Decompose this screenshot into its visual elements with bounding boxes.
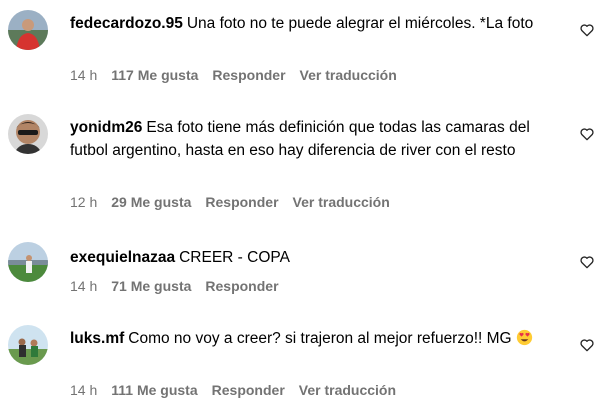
comment-text: fedecardozo.95 Una foto no te puede alegr…: [70, 12, 570, 35]
comment-text: luks.mf Como no voy a creer? si trajeron …: [70, 327, 570, 350]
avatar[interactable]: [8, 325, 48, 365]
comment-username[interactable]: fedecardozo.95: [70, 15, 183, 32]
comment-meta: 14 h 111 Me gusta Responder Ver traducción: [70, 382, 410, 398]
comment-time[interactable]: 14 h: [70, 278, 97, 294]
comment-time[interactable]: 14 h: [70, 67, 97, 83]
comment-meta: 14 h 71 Me gusta Responder: [70, 278, 293, 294]
comment-body: Una foto no te puede alegrar el miércole…: [186, 15, 534, 32]
heart-eyes-emoji: [516, 329, 532, 346]
avatar[interactable]: [8, 10, 48, 50]
heart-outline-icon[interactable]: [579, 254, 595, 270]
comment-meta: 12 h 29 Me gusta Responder Ver traducción: [70, 194, 404, 210]
comment-body: CREER - COPA: [179, 249, 290, 266]
comment-text: yonidm26 Esa foto tiene más definición qu…: [70, 116, 570, 162]
translate-button[interactable]: Ver traducción: [299, 382, 396, 398]
translate-button[interactable]: Ver traducción: [300, 67, 397, 83]
comment-username[interactable]: yonidm26: [70, 119, 142, 136]
heart-outline-icon[interactable]: [579, 126, 595, 142]
comment-username[interactable]: luks.mf: [70, 330, 124, 347]
likes-count[interactable]: 29 Me gusta: [111, 194, 191, 210]
likes-count[interactable]: 71 Me gusta: [111, 278, 191, 294]
reply-button[interactable]: Responder: [205, 194, 278, 210]
comment-meta: 14 h 117 Me gusta Responder Ver traducción: [70, 67, 411, 83]
heart-outline-icon[interactable]: [579, 337, 595, 353]
likes-count[interactable]: 117 Me gusta: [111, 67, 198, 83]
comment-username[interactable]: exequielnazaa: [70, 249, 175, 266]
reply-button[interactable]: Responder: [212, 382, 285, 398]
avatar[interactable]: [8, 114, 48, 154]
comment-time[interactable]: 14 h: [70, 382, 97, 398]
reply-button[interactable]: Responder: [205, 278, 278, 294]
reply-button[interactable]: Responder: [212, 67, 285, 83]
likes-count[interactable]: 111 Me gusta: [111, 382, 197, 398]
translate-button[interactable]: Ver traducción: [293, 194, 390, 210]
heart-outline-icon[interactable]: [579, 22, 595, 38]
comment-body: Como no voy a creer? si trajeron al mejo…: [128, 330, 512, 347]
avatar[interactable]: [8, 242, 48, 282]
comment-time[interactable]: 12 h: [70, 194, 97, 210]
comment-text: exequielnazaa CREER - COPA: [70, 246, 570, 269]
